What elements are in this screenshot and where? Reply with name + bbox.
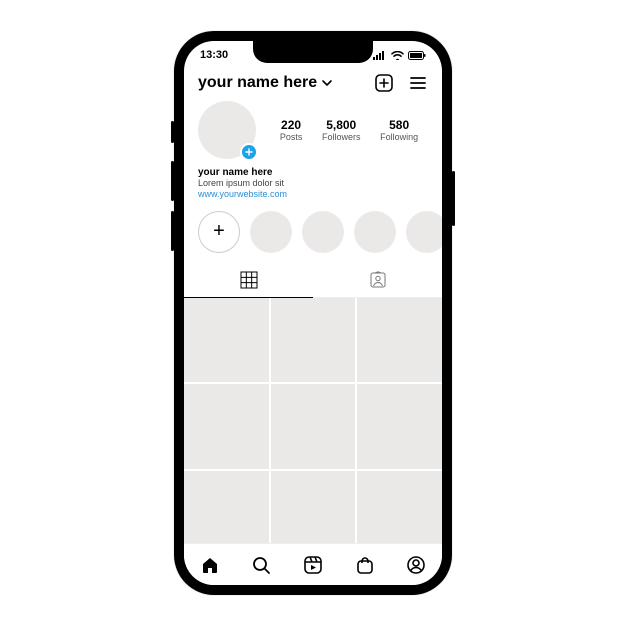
- chevron-down-icon: [321, 77, 333, 89]
- phone-side-button: [452, 171, 455, 226]
- stat-followers[interactable]: 5,800 Followers: [322, 118, 361, 142]
- create-post-button[interactable]: [374, 73, 394, 93]
- notch: [253, 41, 373, 63]
- post-thumbnail[interactable]: [271, 384, 356, 469]
- plus-icon: [245, 148, 253, 156]
- profile-stats: 220 Posts 5,800 Followers 580 Following: [270, 118, 428, 142]
- profile-header: your name here: [184, 69, 442, 101]
- profile-tabs: [184, 263, 442, 298]
- post-thumbnail[interactable]: [271, 298, 356, 383]
- avatar-wrap[interactable]: [198, 101, 256, 159]
- post-thumbnail[interactable]: [357, 384, 442, 469]
- menu-button[interactable]: [408, 73, 428, 93]
- bio-text: Lorem ipsum dolor sit: [198, 178, 428, 189]
- post-thumbnail[interactable]: [184, 471, 269, 543]
- nav-home[interactable]: [200, 555, 220, 575]
- highlight-item[interactable]: [302, 211, 344, 253]
- nav-profile[interactable]: [406, 555, 426, 575]
- post-thumbnail[interactable]: [357, 471, 442, 543]
- home-icon: [200, 555, 220, 575]
- stat-value: 580: [380, 118, 418, 132]
- story-highlights: +: [184, 199, 442, 263]
- reels-icon: [303, 555, 323, 575]
- bottom-nav: [184, 543, 442, 585]
- highlight-item[interactable]: [406, 211, 442, 253]
- phone-side-button: [171, 211, 174, 251]
- username-dropdown[interactable]: your name here: [198, 74, 333, 92]
- bio-name: your name here: [198, 167, 428, 178]
- stat-label: Followers: [322, 132, 361, 142]
- wifi-icon: [391, 51, 404, 60]
- status-time: 13:30: [200, 49, 228, 61]
- plus-square-icon: [374, 73, 394, 93]
- stat-posts[interactable]: 220 Posts: [280, 118, 303, 142]
- post-thumbnail[interactable]: [357, 298, 442, 383]
- search-icon: [251, 555, 271, 575]
- highlight-item[interactable]: [250, 211, 292, 253]
- battery-icon: [408, 51, 426, 60]
- profile-summary: 220 Posts 5,800 Followers 580 Following: [184, 101, 442, 159]
- stat-label: Following: [380, 132, 418, 142]
- stat-value: 5,800: [322, 118, 361, 132]
- stat-label: Posts: [280, 132, 303, 142]
- shop-icon: [355, 555, 375, 575]
- phone-frame: 13:30 your name here: [174, 31, 452, 595]
- profile-icon: [406, 555, 426, 575]
- tab-tagged[interactable]: [313, 263, 442, 297]
- bio-link[interactable]: www.yourwebsite.com: [198, 189, 428, 199]
- highlight-new[interactable]: +: [198, 211, 240, 253]
- nav-reels[interactable]: [303, 555, 323, 575]
- post-thumbnail[interactable]: [184, 384, 269, 469]
- highlight-item[interactable]: [354, 211, 396, 253]
- phone-side-button: [171, 161, 174, 201]
- username-text: your name here: [198, 74, 317, 92]
- status-icons: [373, 51, 426, 60]
- nav-shop[interactable]: [355, 555, 375, 575]
- post-thumbnail[interactable]: [184, 298, 269, 383]
- phone-side-button: [171, 121, 174, 143]
- screen: 13:30 your name here: [184, 41, 442, 585]
- add-story-badge[interactable]: [240, 143, 258, 161]
- post-thumbnail[interactable]: [271, 471, 356, 543]
- post-grid: [184, 298, 442, 543]
- profile-bio: your name here Lorem ipsum dolor sit www…: [184, 159, 442, 199]
- signal-icon: [373, 51, 387, 60]
- nav-search[interactable]: [251, 555, 271, 575]
- tagged-icon: [369, 271, 387, 289]
- grid-icon: [240, 271, 258, 289]
- tab-grid[interactable]: [184, 263, 313, 298]
- stat-value: 220: [280, 118, 303, 132]
- hamburger-icon: [408, 73, 428, 93]
- stat-following[interactable]: 580 Following: [380, 118, 418, 142]
